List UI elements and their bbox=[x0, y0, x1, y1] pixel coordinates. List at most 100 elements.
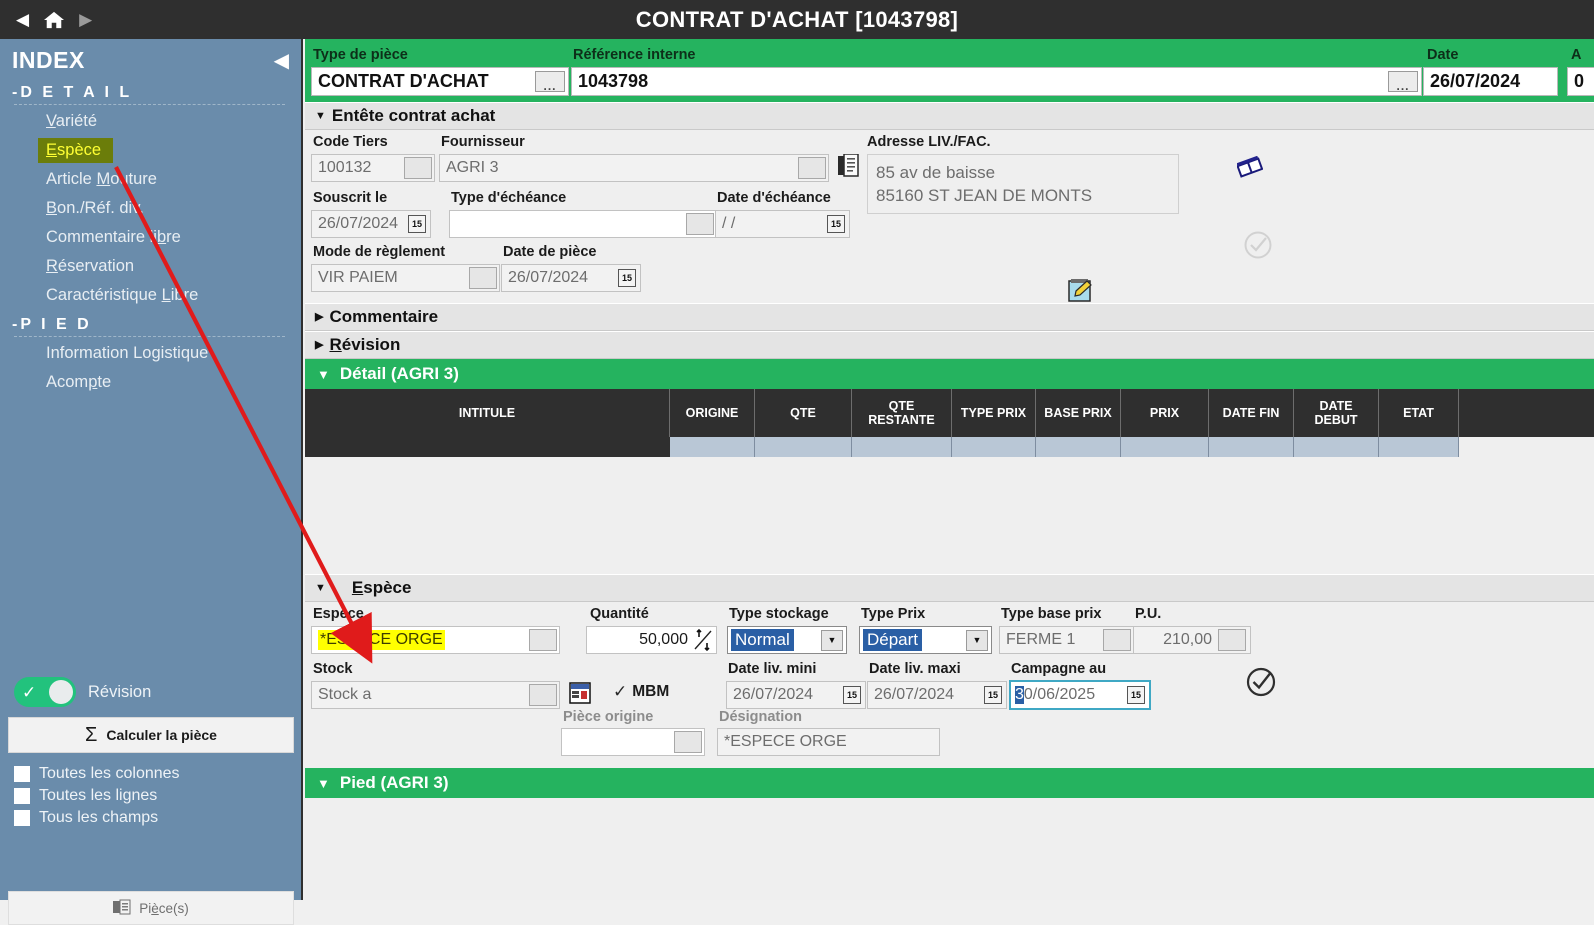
calendar-icon[interactable]: 15 bbox=[408, 215, 426, 233]
reference-interne-field[interactable]: 1043798 ... bbox=[571, 67, 1422, 96]
fournisseur-field[interactable]: AGRI 3 bbox=[439, 154, 829, 182]
sidebar-item-article-mouture[interactable]: Article Mouture bbox=[0, 165, 301, 194]
table-cell-intitule[interactable] bbox=[305, 437, 670, 457]
section-espece-header[interactable]: ▼ Espèce bbox=[305, 574, 1594, 602]
check-circle-icon[interactable] bbox=[1245, 666, 1277, 703]
sidebar-item-espece[interactable]: Espèce bbox=[38, 138, 113, 163]
campagne-au-field[interactable]: 30/06/2025 15 bbox=[1009, 680, 1151, 710]
cut-off-field[interactable]: 0 bbox=[1567, 67, 1594, 96]
table-cell-qte-restante[interactable] bbox=[852, 437, 952, 457]
table-row[interactable] bbox=[305, 437, 1594, 457]
table-cell-type-prix[interactable] bbox=[952, 437, 1036, 457]
type-piece-lookup-button[interactable]: ... bbox=[535, 71, 565, 92]
column-header-qte[interactable]: QTE bbox=[755, 389, 852, 437]
calendar-icon[interactable]: 15 bbox=[843, 686, 861, 704]
table-cell-base-prix[interactable] bbox=[1036, 437, 1121, 457]
column-header-date-debut[interactable]: DATEDEBUT bbox=[1294, 389, 1379, 437]
sidebar-item-acompte[interactable]: Acompte bbox=[0, 368, 301, 397]
pu-lookup-button[interactable] bbox=[1218, 629, 1246, 651]
date-echeance-field[interactable]: / / 15 bbox=[715, 210, 850, 238]
collapse-left-triangle-icon[interactable]: ◀ bbox=[274, 51, 289, 71]
type-echeance-lookup-button[interactable] bbox=[686, 213, 714, 235]
column-header-prix[interactable]: PRIX bbox=[1121, 389, 1209, 437]
blue-book-icon[interactable] bbox=[1237, 156, 1263, 185]
divider bbox=[14, 104, 285, 105]
type-base-prix-lookup-button[interactable] bbox=[1103, 629, 1131, 651]
check-icon: ✓ bbox=[613, 682, 627, 702]
section-revision-header[interactable]: ▶ Révision bbox=[305, 331, 1594, 359]
column-header-base-prix[interactable]: BASE PRIX bbox=[1036, 389, 1121, 437]
type-piece-field[interactable]: CONTRAT D'ACHAT ... bbox=[311, 67, 569, 96]
pieces-button[interactable]: Pièce(s) bbox=[8, 891, 294, 925]
collapse-down-triangle-icon: ▼ bbox=[317, 367, 330, 382]
column-header-intitule[interactable]: INTITULE bbox=[305, 389, 670, 437]
type-prix-select[interactable]: Départ ▼ bbox=[859, 626, 992, 654]
table-cell-qte[interactable] bbox=[755, 437, 852, 457]
chevron-down-icon[interactable]: ▼ bbox=[821, 630, 843, 651]
column-header-origine[interactable]: ORIGINE bbox=[670, 389, 755, 437]
code-tiers-field[interactable]: 100132 bbox=[311, 154, 435, 182]
cut-off-value: 0 bbox=[1574, 71, 1584, 92]
sidebar-item-bon-ref-div[interactable]: Bon./Réf. div. bbox=[0, 194, 301, 223]
stock-table-icon[interactable] bbox=[569, 682, 591, 709]
espece-lookup-button[interactable] bbox=[529, 629, 557, 651]
column-header-date-fin[interactable]: DATE FIN bbox=[1209, 389, 1294, 437]
date-liv-mini-field[interactable]: 26/07/2024 15 bbox=[726, 681, 866, 709]
sidebar-item-variete[interactable]: Variété bbox=[0, 107, 301, 136]
fournisseur-lookup-button[interactable] bbox=[798, 157, 826, 179]
table-cell-etat[interactable] bbox=[1379, 437, 1459, 457]
calendar-icon[interactable]: 15 bbox=[1127, 686, 1145, 704]
type-echeance-field[interactable] bbox=[449, 210, 717, 238]
copy-document-icon[interactable] bbox=[837, 154, 861, 185]
stock-lookup-button[interactable] bbox=[529, 684, 557, 706]
calendar-icon[interactable]: 15 bbox=[618, 269, 636, 287]
calculer-la-piece-button[interactable]: Σ Calculer la pièce bbox=[8, 717, 294, 753]
adresse-box[interactable]: 85 av de baisse 85160 ST JEAN DE MONTS bbox=[867, 154, 1179, 214]
table-cell-origine[interactable] bbox=[670, 437, 755, 457]
sidebar-item-commentaire-libre[interactable]: Commentaire libre bbox=[0, 223, 301, 252]
checkbox-toutes-les-lignes[interactable]: Toutes les lignes bbox=[14, 785, 180, 807]
type-stockage-select[interactable]: Normal ▼ bbox=[727, 626, 847, 654]
sidebar-item-caracteristique-libre[interactable]: Caractéristique Libre bbox=[0, 281, 301, 310]
piece-origine-lookup-button[interactable] bbox=[674, 731, 702, 753]
note-edit-icon[interactable] bbox=[1067, 278, 1093, 309]
stock-field[interactable]: Stock a bbox=[311, 681, 560, 709]
designation-field[interactable]: *ESPECE ORGE bbox=[717, 728, 940, 756]
section-entete-header[interactable]: ▼ Entête contrat achat bbox=[305, 102, 1594, 130]
table-cell-date-fin[interactable] bbox=[1209, 437, 1294, 457]
date-field[interactable]: 26/07/2024 bbox=[1423, 67, 1558, 96]
section-commentaire-header[interactable]: ▶ Commentaire bbox=[305, 303, 1594, 331]
mbm-checkbox[interactable]: ✓ MBM bbox=[613, 682, 669, 702]
check-circle-icon[interactable] bbox=[1243, 230, 1273, 265]
code-tiers-lookup-button[interactable] bbox=[404, 157, 432, 179]
checkbox-toutes-les-colonnes[interactable]: Toutes les colonnes bbox=[14, 763, 180, 785]
table-cell-prix[interactable] bbox=[1121, 437, 1209, 457]
reference-lookup-button[interactable]: ... bbox=[1388, 71, 1418, 92]
mode-reglement-lookup-button[interactable] bbox=[469, 267, 497, 289]
calendar-icon[interactable]: 15 bbox=[827, 215, 845, 233]
checkbox-tous-les-champs[interactable]: Tous les champs bbox=[14, 807, 180, 829]
mode-reglement-field[interactable]: VIR PAIEM bbox=[311, 264, 500, 292]
revision-toggle[interactable]: ✓ bbox=[14, 677, 76, 707]
piece-origine-field[interactable] bbox=[561, 728, 705, 756]
date-piece-field[interactable]: 26/07/2024 15 bbox=[501, 264, 641, 292]
sidebar-item-reservation[interactable]: Réservation bbox=[0, 252, 301, 281]
section-pied-header[interactable]: ▼ Pied (AGRI 3) bbox=[305, 768, 1594, 798]
table-cell-date-debut[interactable] bbox=[1294, 437, 1379, 457]
date-liv-mini-label: Date liv. mini bbox=[728, 661, 816, 677]
sidebar-item-information-logistique[interactable]: Information Logistique bbox=[0, 339, 301, 368]
type-base-prix-field[interactable]: FERME 1 bbox=[999, 626, 1134, 654]
column-header-qte-restante[interactable]: QTERESTANTE bbox=[852, 389, 952, 437]
column-header-etat[interactable]: ETAT bbox=[1379, 389, 1459, 437]
checkbox-box bbox=[14, 766, 30, 782]
section-detail-header[interactable]: ▼ Détail (AGRI 3) bbox=[305, 359, 1594, 389]
spinner-up-down-icon[interactable] bbox=[691, 627, 715, 653]
chevron-down-icon[interactable]: ▼ bbox=[966, 630, 988, 651]
espece-field[interactable]: *ESPECE ORGE bbox=[311, 626, 560, 654]
calendar-icon[interactable]: 15 bbox=[984, 686, 1002, 704]
date-liv-maxi-field[interactable]: 26/07/2024 15 bbox=[867, 681, 1007, 709]
pu-field[interactable]: 210,00 bbox=[1133, 626, 1251, 654]
designation-value: *ESPECE ORGE bbox=[724, 733, 847, 751]
souscrit-le-field[interactable]: 26/07/2024 15 bbox=[311, 210, 431, 238]
column-header-type-prix[interactable]: TYPE PRIX bbox=[952, 389, 1036, 437]
